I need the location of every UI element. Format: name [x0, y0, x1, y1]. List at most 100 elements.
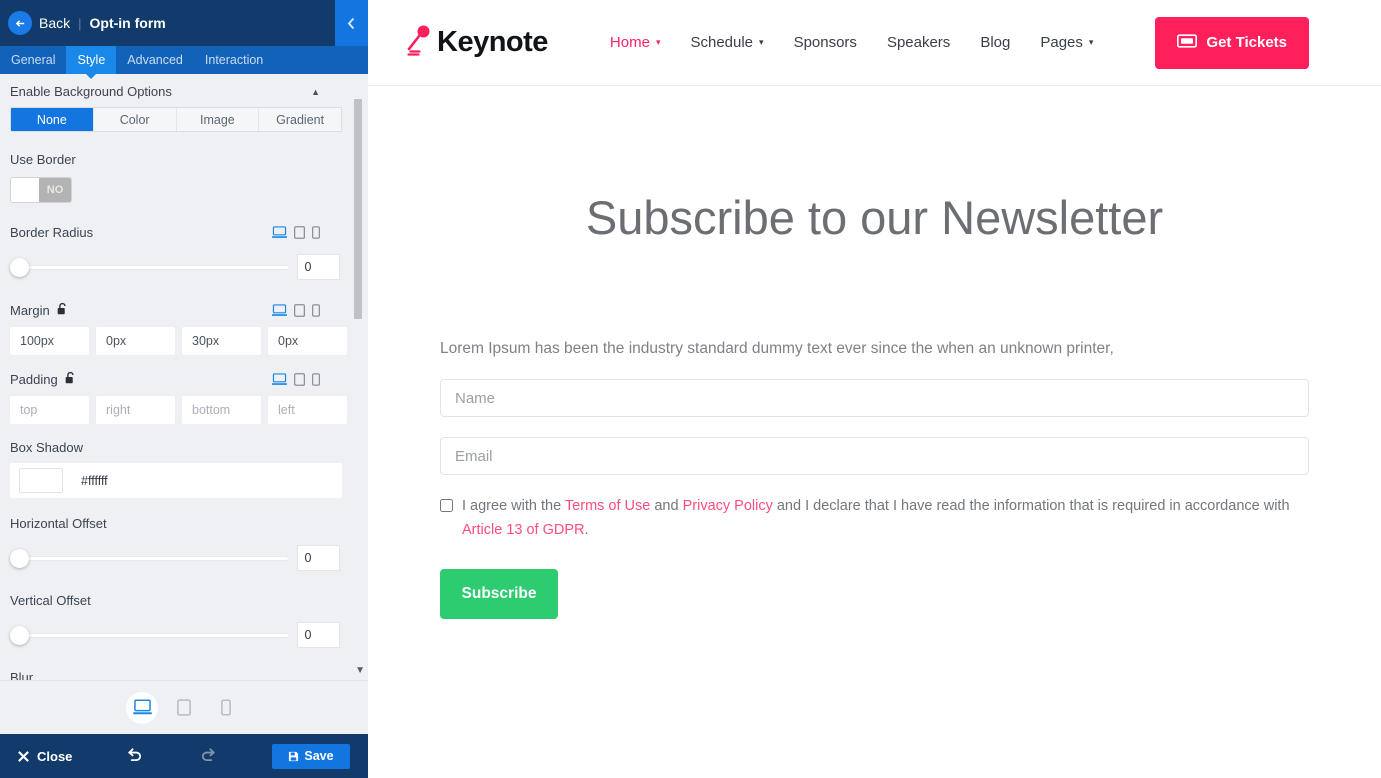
toggle-state-label: NO: [39, 178, 71, 202]
site-logo[interactable]: Keynote: [406, 24, 548, 62]
nav-item-blog[interactable]: Blog: [980, 34, 1010, 51]
border-radius-slider-row: 0: [10, 254, 340, 280]
nav-item-speakers[interactable]: Speakers: [887, 34, 950, 51]
slider-handle[interactable]: [10, 548, 29, 568]
gdpr-article-link[interactable]: Article 13 of GDPR: [462, 522, 585, 538]
panel-title: Opt-in form: [89, 15, 166, 31]
vertical-offset-value[interactable]: 0: [296, 622, 340, 648]
form-intro-text: Lorem Ipsum has been the industry standa…: [440, 340, 1114, 357]
tab-general-label: General: [11, 53, 56, 67]
preview-mobile-icon[interactable]: [210, 692, 242, 724]
email-input[interactable]: [440, 437, 1309, 475]
margin-label: Margin: [10, 302, 69, 319]
preview-desktop-icon[interactable]: [126, 691, 158, 724]
ticket-icon: [1177, 33, 1198, 52]
border-radius-device-toggles: [272, 226, 320, 239]
horizontal-offset-label: Horizontal Offset: [10, 516, 340, 531]
margin-top-input[interactable]: [10, 327, 89, 355]
background-type-segmented: None Color Image Gradient: [10, 107, 342, 132]
mobile-icon[interactable]: [312, 226, 320, 239]
close-button-label: Close: [37, 748, 73, 764]
vertical-offset-slider-row: 0: [10, 622, 340, 648]
panel-scrollbar-thumb[interactable]: [354, 99, 362, 319]
preview-tablet-icon[interactable]: [168, 692, 200, 724]
save-button[interactable]: Save: [272, 743, 350, 769]
tab-style[interactable]: Style: [66, 46, 117, 74]
desktop-icon[interactable]: [272, 226, 287, 239]
mobile-icon[interactable]: [312, 373, 320, 386]
tab-interaction[interactable]: Interaction: [194, 46, 274, 74]
unlock-icon[interactable]: [64, 371, 77, 388]
collapse-panel-button[interactable]: [335, 0, 368, 46]
get-tickets-button[interactable]: Get Tickets: [1155, 16, 1310, 69]
slider-handle[interactable]: [10, 625, 29, 645]
border-radius-value[interactable]: 0: [296, 254, 340, 280]
site-logo-text: Keynote: [437, 26, 548, 58]
site-nav: Home ▾ Schedule ▾ Sponsors Speakers Blog: [610, 16, 1310, 69]
chevron-up-icon[interactable]: ▲: [311, 87, 320, 97]
name-input[interactable]: [440, 379, 1309, 417]
nav-item-pages-label: Pages: [1040, 34, 1083, 51]
nav-item-pages[interactable]: Pages ▾: [1040, 34, 1093, 51]
padding-left-input[interactable]: [268, 396, 347, 424]
close-button[interactable]: Close: [17, 749, 72, 764]
bg-option-image[interactable]: Image: [176, 108, 260, 131]
tab-advanced[interactable]: Advanced: [116, 46, 194, 74]
horizontal-offset-slider[interactable]: [10, 548, 289, 568]
vertical-offset-slider[interactable]: [10, 625, 289, 645]
margin-bottom-input[interactable]: [182, 327, 261, 355]
background-section-header[interactable]: Enable Background Options ▲: [10, 84, 340, 99]
padding-label: Padding: [10, 371, 77, 388]
site-preview: Keynote Home ▾ Schedule ▾ Sponsors Speak…: [368, 0, 1381, 778]
tab-general[interactable]: General: [0, 46, 66, 74]
margin-left-input[interactable]: [268, 327, 347, 355]
panel-tabbar: General Style Advanced Interaction: [0, 46, 368, 74]
back-arrow-icon[interactable]: [8, 11, 32, 35]
nav-item-sponsors[interactable]: Sponsors: [794, 34, 857, 51]
nav-item-schedule[interactable]: Schedule ▾: [690, 34, 763, 51]
bg-option-gradient[interactable]: Gradient: [259, 108, 341, 131]
vertical-offset-label: Vertical Offset: [10, 593, 340, 608]
consent-part-4: .: [584, 521, 589, 538]
privacy-policy-link[interactable]: Privacy Policy: [683, 498, 773, 514]
border-radius-slider[interactable]: [10, 257, 289, 277]
padding-bottom-input[interactable]: [182, 396, 261, 424]
mobile-icon[interactable]: [312, 304, 320, 317]
tablet-icon[interactable]: [294, 304, 305, 317]
padding-top-input[interactable]: [10, 396, 89, 424]
tablet-icon[interactable]: [294, 373, 305, 386]
consent-checkbox[interactable]: [440, 499, 453, 512]
panel-header: Back | Opt-in form: [0, 0, 368, 46]
nav-item-home[interactable]: Home ▾: [610, 34, 661, 51]
slider-handle[interactable]: [10, 257, 29, 277]
nav-item-speakers-label: Speakers: [886, 34, 951, 51]
bg-option-color[interactable]: Color: [93, 108, 177, 131]
desktop-icon[interactable]: [272, 304, 287, 317]
horizontal-offset-value[interactable]: 0: [296, 545, 340, 571]
padding-right-input[interactable]: [96, 396, 175, 424]
padding-device-toggles: [272, 373, 320, 386]
use-border-label: Use Border: [10, 152, 340, 167]
use-border-toggle[interactable]: NO: [10, 177, 72, 203]
scroll-down-caret-icon[interactable]: ▼: [355, 665, 365, 676]
terms-of-use-link[interactable]: Terms of Use: [565, 498, 650, 514]
redo-button[interactable]: [200, 745, 217, 767]
tablet-icon[interactable]: [294, 226, 305, 239]
tab-interaction-label: Interaction: [204, 53, 264, 67]
unlock-icon[interactable]: [56, 302, 69, 319]
consent-part-1: I agree with the: [462, 498, 565, 514]
color-swatch[interactable]: [19, 468, 63, 493]
desktop-icon[interactable]: [272, 373, 287, 386]
padding-inputs: [10, 396, 347, 424]
get-tickets-label: Get Tickets: [1206, 34, 1288, 51]
margin-right-input[interactable]: [96, 327, 175, 355]
consent-part-3: and I declare that I have read the infor…: [772, 498, 1290, 514]
box-shadow-hex-value[interactable]: #ffffff: [81, 474, 108, 488]
border-radius-label: Border Radius: [10, 225, 94, 240]
padding-row: Padding: [10, 371, 340, 388]
background-section-title: Enable Background Options: [10, 84, 172, 99]
undo-button[interactable]: [126, 745, 143, 767]
subscribe-button[interactable]: Subscribe: [440, 568, 558, 619]
bg-option-none[interactable]: None: [11, 108, 94, 131]
back-button[interactable]: Back: [39, 15, 70, 31]
